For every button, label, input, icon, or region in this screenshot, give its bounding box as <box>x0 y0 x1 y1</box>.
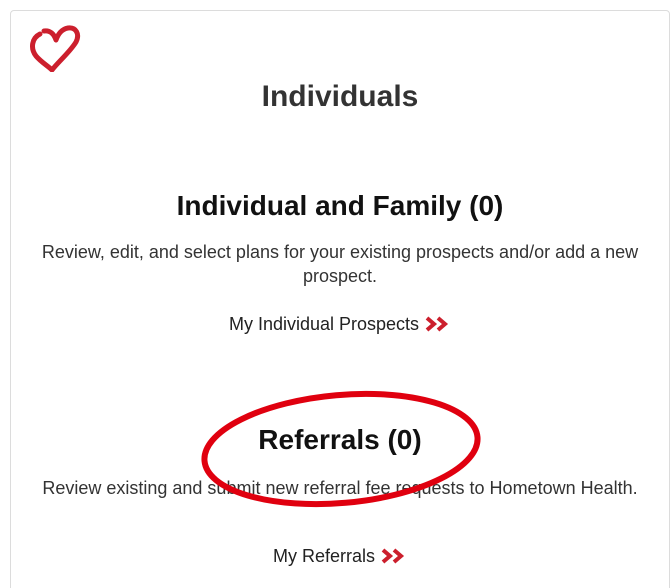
link-label: My Individual Prospects <box>228 314 420 334</box>
my-referrals-link[interactable]: My Referrals <box>0 546 670 567</box>
heart-logo-icon <box>30 25 81 72</box>
double-chevron-right-icon <box>381 548 405 564</box>
screen: Individuals Individual and Family (0) Re… <box>0 0 670 588</box>
link-label: My Referrals <box>272 546 375 566</box>
my-individual-prospects-link[interactable]: My Individual Prospects <box>0 314 670 335</box>
section-description-referrals: Review existing and submit new referral … <box>42 478 638 498</box>
section-title-individual-family: Individual and Family (0) <box>176 190 504 221</box>
page-title: Individuals <box>261 80 419 113</box>
section-description-individual-family: Review, edit, and select plans for your … <box>41 242 639 286</box>
double-chevron-right-icon <box>425 316 449 332</box>
section-title-referrals: Referrals (0) <box>258 424 422 455</box>
